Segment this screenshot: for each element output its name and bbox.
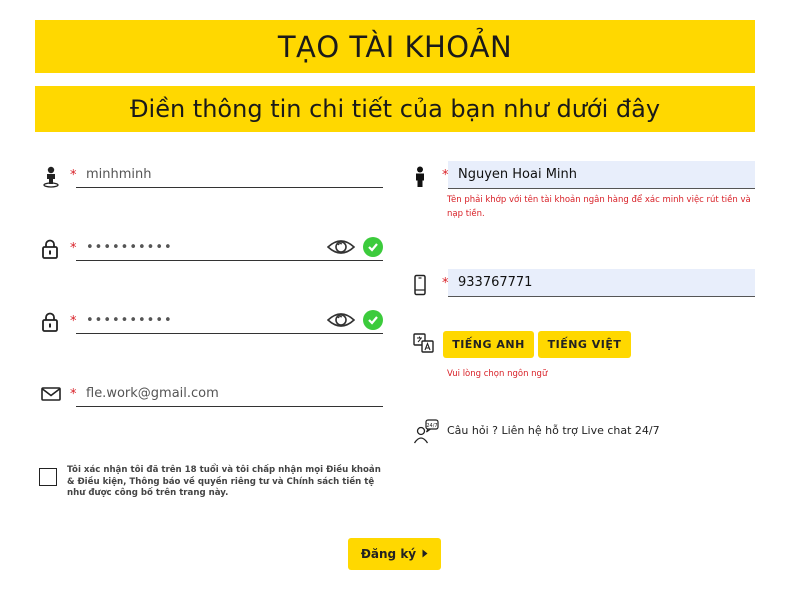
terms-checkbox[interactable] bbox=[39, 468, 57, 486]
user-pin-icon bbox=[41, 166, 61, 192]
mail-icon bbox=[41, 386, 61, 406]
support-text[interactable]: Câu hỏi ? Liên hệ hỗ trợ Live chat 24/7 bbox=[447, 424, 660, 437]
valid-check-icon bbox=[363, 237, 383, 257]
valid-check-icon bbox=[363, 310, 383, 330]
svg-text:24/7: 24/7 bbox=[426, 423, 437, 429]
live-chat-icon[interactable]: 24/7 bbox=[413, 419, 439, 445]
page-subtitle: Điền thông tin chi tiết của bạn như dưới… bbox=[35, 86, 755, 132]
lang-vietnamese-button[interactable]: TIẾNG VIỆT bbox=[538, 331, 631, 358]
language-hint: Vui lòng chọn ngôn ngữ bbox=[447, 369, 548, 379]
phone-input[interactable] bbox=[448, 269, 755, 297]
lock-icon bbox=[41, 239, 59, 263]
email-input[interactable] bbox=[76, 381, 383, 407]
translate-icon bbox=[413, 333, 435, 357]
lang-english-button[interactable]: TIẾNG ANH bbox=[443, 331, 534, 358]
phone-icon bbox=[413, 274, 427, 300]
username-input[interactable] bbox=[76, 162, 383, 188]
page-title: TẠO TÀI KHOẢN bbox=[35, 20, 755, 73]
fullname-input[interactable] bbox=[448, 161, 755, 189]
caret-right-icon bbox=[422, 547, 428, 561]
lock-icon bbox=[41, 312, 59, 336]
register-label: Đăng ký bbox=[360, 547, 417, 561]
register-button[interactable]: Đăng ký bbox=[348, 538, 441, 570]
eye-icon[interactable] bbox=[326, 310, 356, 330]
person-icon bbox=[413, 166, 427, 192]
eye-icon[interactable] bbox=[326, 237, 356, 257]
terms-text: Tôi xác nhận tôi đã trên 18 tuổi và tôi … bbox=[67, 465, 381, 498]
fullname-hint: Tên phải khớp với tên tài khoản ngân hàn… bbox=[447, 195, 751, 219]
